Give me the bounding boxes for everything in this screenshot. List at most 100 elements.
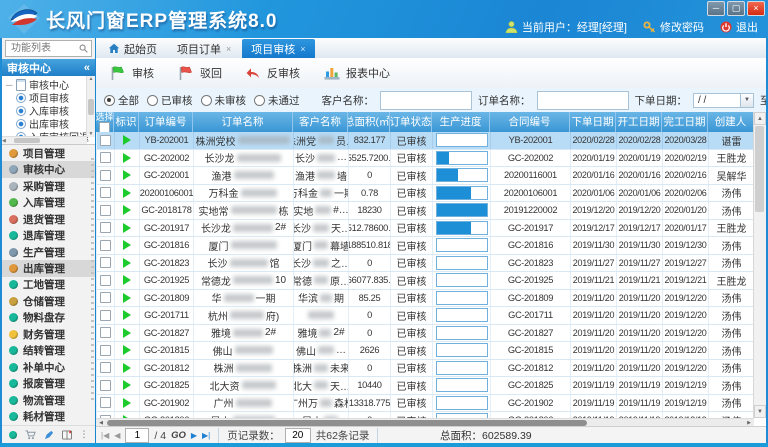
tab-close-icon[interactable]: × (226, 44, 231, 54)
table-row[interactable]: YB-202001株洲党校株洲党员…832.177已审核YB-202001202… (97, 132, 755, 150)
first-page-button[interactable]: |◀ (101, 431, 109, 440)
radio-audited[interactable]: 已审核 (147, 93, 193, 108)
column-header-order-name[interactable]: 订单名称 (193, 112, 293, 132)
table-row[interactable]: GC-201917长沙龙2#长沙天…8512.78600…已审核GC-20191… (97, 220, 755, 238)
row-checkbox[interactable] (100, 345, 111, 356)
sidebar-item-project-mgmt[interactable]: 项目管理 (2, 145, 95, 161)
row-checkbox[interactable] (100, 222, 111, 233)
table-row[interactable]: GC-201823长沙馆长沙之…0已审核GC-2018232019/11/272… (97, 255, 755, 273)
collapse-icon[interactable]: « (84, 62, 90, 74)
column-header-start-date[interactable]: 开工日期 (616, 112, 662, 132)
column-header-creator[interactable]: 创建人 (708, 112, 754, 132)
table-row[interactable]: GC-2018178实地常栋实地#…18230已审核20191220002201… (97, 202, 755, 220)
column-header-total-area[interactable]: 总面积(㎡) (348, 112, 390, 132)
radio-icon[interactable] (254, 95, 265, 106)
row-checkbox[interactable] (100, 257, 111, 268)
vertical-scroll-thumb[interactable] (755, 126, 764, 212)
table-row[interactable]: GC-202001渔港渔港墙0已审核202001160012020/01/162… (97, 167, 755, 185)
select-all-checkbox[interactable] (99, 122, 110, 133)
sidebar-item-supplement-center[interactable]: 补单中心 (2, 359, 95, 375)
tab-home[interactable]: 起始页 (99, 39, 166, 58)
row-checkbox[interactable] (100, 152, 111, 163)
tree-horizontal-scrollbar[interactable]: ◀ (2, 136, 87, 144)
sidebar-item-carryover-mgmt[interactable]: 结转管理 (2, 343, 95, 359)
report-center-button[interactable]: 报表中心 (324, 65, 390, 81)
table-row[interactable]: GC-201816厦门厦门幕墙188510.818已审核GC-201816201… (97, 237, 755, 255)
table-row[interactable]: GC-202002长沙龙长沙…65525.7200…已审核GC-20200220… (97, 150, 755, 168)
reverse-audit-button[interactable]: 反审核 (246, 65, 300, 81)
column-header-order-status[interactable]: 订单状态 (390, 112, 432, 132)
customer-name-input[interactable] (380, 91, 472, 110)
order-name-input[interactable] (537, 91, 629, 110)
radio-icon[interactable] (147, 95, 158, 106)
column-header-production-progress[interactable]: 生产进度 (432, 112, 490, 132)
table-row[interactable]: GC-201815佛山佛山…2626已审核GC-2018152019/11/20… (97, 342, 755, 360)
column-header-finish-date[interactable]: 完工日期 (662, 112, 708, 132)
row-checkbox[interactable] (100, 135, 111, 146)
scroll-down-icon[interactable]: ▼ (754, 405, 766, 418)
page-size-input[interactable] (285, 428, 311, 443)
radio-failed[interactable]: 未通过 (254, 93, 300, 108)
sidebar-item-outbound-mgmt[interactable]: 出库管理 (2, 260, 95, 276)
column-header-customer-name[interactable]: 客户名称 (293, 112, 348, 132)
scroll-left-icon[interactable]: ◀ (2, 138, 6, 144)
sidebar-item-returns-mgmt[interactable]: 退货管理 (2, 211, 95, 227)
scroll-up-icon[interactable]: ▲ (89, 76, 94, 82)
sidebar-item-purchase-mgmt[interactable]: 采购管理 (2, 178, 95, 194)
calendar-dropdown-icon[interactable]: ▼ (741, 93, 754, 108)
radio-icon[interactable] (201, 95, 212, 106)
column-header-flag[interactable]: 标识 (114, 112, 139, 132)
page-number-input[interactable] (125, 428, 149, 443)
sidebar-item-scrap-mgmt[interactable]: 报废管理 (2, 376, 95, 392)
row-checkbox[interactable] (100, 362, 111, 373)
sidebar-splitter-handle[interactable] (91, 158, 94, 403)
tab-close-icon[interactable]: × (300, 44, 305, 54)
tree-hscroll-thumb[interactable] (14, 138, 40, 143)
function-search-input[interactable] (9, 42, 73, 55)
column-header-contract-no[interactable]: 合同编号 (490, 112, 570, 132)
row-checkbox[interactable] (100, 292, 111, 303)
column-header-select[interactable]: 选择 (96, 112, 114, 132)
panel-pen-icon[interactable] (44, 430, 54, 440)
reject-button[interactable]: 驳回 (178, 65, 222, 81)
table-row[interactable]: 20200106001万科金万科金一期0.78已审核20200106001202… (97, 185, 755, 203)
maximize-button[interactable]: ▢ (727, 1, 745, 16)
order-date-from-input[interactable]: / / (693, 93, 741, 108)
panel-dot-icon[interactable] (9, 431, 17, 439)
table-row[interactable]: GC-201809华一期华滨期85.25已审核GC-2018092019/11/… (97, 290, 755, 308)
radio-all[interactable]: 全部 (104, 93, 139, 108)
column-header-order-no[interactable]: 订单编号 (139, 112, 193, 132)
logout-button[interactable]: 退出 (720, 19, 758, 35)
scroll-down-icon[interactable]: ▼ (89, 131, 94, 137)
row-checkbox[interactable] (100, 310, 111, 321)
prev-page-button[interactable]: ◀ (114, 431, 120, 440)
sidebar-item-inventory-count[interactable]: 物料盘存 (2, 310, 95, 326)
panel-cart-icon[interactable] (25, 430, 36, 440)
radio-unaudited[interactable]: 未审核 (201, 93, 247, 108)
row-checkbox[interactable] (100, 205, 111, 216)
go-button[interactable]: GO (171, 430, 186, 441)
table-row[interactable]: GC-201902广州广州万森林13318.775已审核GC-201902201… (97, 395, 755, 413)
table-row[interactable]: GC-201925常德龙10常德原…266077.835…已审核GC-20192… (97, 272, 755, 290)
scroll-up-icon[interactable]: ▲ (754, 112, 766, 125)
tree-scroll-thumb[interactable] (88, 99, 94, 115)
table-row[interactable]: GC-201711杭州府)0已审核GC-2017112019/11/202019… (97, 307, 755, 325)
audit-button[interactable]: 审核 (110, 65, 154, 81)
table-row[interactable]: GC-201812株洲株洲未来0已审核GC-2018122019/11/2020… (97, 360, 755, 378)
change-password-button[interactable]: 修改密码 (643, 19, 704, 35)
sidebar-item-warehouse-mgmt[interactable]: 仓储管理 (2, 293, 95, 309)
column-header-order-date[interactable]: 下单日期 (570, 112, 616, 132)
row-checkbox[interactable] (100, 170, 111, 181)
sidebar-item-audit-center[interactable]: 审核中心 (2, 161, 95, 177)
sidebar-item-logistics-mgmt[interactable]: 物流管理 (2, 392, 95, 408)
row-checkbox[interactable] (100, 240, 111, 251)
row-checkbox[interactable] (100, 327, 111, 338)
row-checkbox[interactable] (100, 397, 111, 408)
table-vertical-scrollbar[interactable]: ▲ ▼ (753, 112, 766, 418)
sidebar-item-site-mgmt[interactable]: 工地管理 (2, 277, 95, 293)
sidebar-item-consumables-mgmt[interactable]: 耗材管理 (2, 409, 95, 425)
sidebar-item-production-mgmt[interactable]: 生产管理 (2, 244, 95, 260)
radio-icon[interactable] (104, 95, 115, 106)
row-checkbox[interactable] (100, 187, 111, 198)
close-button[interactable]: × (747, 1, 765, 16)
